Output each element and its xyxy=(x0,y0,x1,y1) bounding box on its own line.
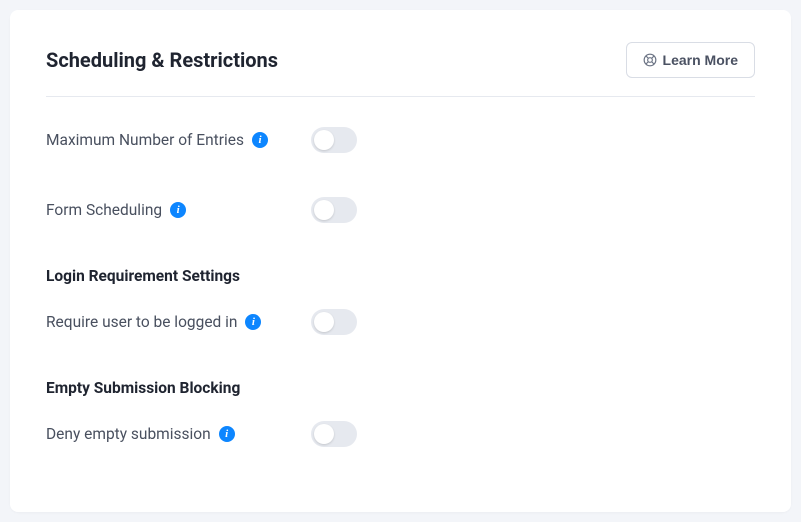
toggle-knob xyxy=(314,424,334,444)
toggle-knob xyxy=(314,312,334,332)
row-max-entries: Maximum Number of Entries i xyxy=(46,127,755,153)
label-wrap-require-login: Require user to be logged in i xyxy=(46,313,311,331)
label-wrap-deny-empty: Deny empty submission i xyxy=(46,425,311,443)
toggle-max-entries[interactable] xyxy=(311,127,357,153)
info-icon[interactable]: i xyxy=(170,202,186,218)
row-deny-empty: Deny empty submission i xyxy=(46,421,755,447)
learn-more-label: Learn More xyxy=(663,52,738,68)
settings-card: Scheduling & Restrictions Learn More Max… xyxy=(10,10,791,512)
label-wrap-form-scheduling: Form Scheduling i xyxy=(46,201,311,219)
toggle-knob xyxy=(314,200,334,220)
row-form-scheduling: Form Scheduling i xyxy=(46,197,755,223)
label-deny-empty: Deny empty submission xyxy=(46,425,211,443)
life-ring-icon xyxy=(643,53,657,67)
toggle-deny-empty[interactable] xyxy=(311,421,357,447)
card-title: Scheduling & Restrictions xyxy=(46,48,278,72)
info-icon[interactable]: i xyxy=(219,426,235,442)
card-header: Scheduling & Restrictions Learn More xyxy=(46,42,755,97)
label-form-scheduling: Form Scheduling xyxy=(46,201,162,219)
subheading-empty-submission: Empty Submission Blocking xyxy=(46,379,755,397)
toggle-form-scheduling[interactable] xyxy=(311,197,357,223)
toggle-knob xyxy=(314,130,334,150)
info-icon[interactable]: i xyxy=(245,314,261,330)
row-require-login: Require user to be logged in i xyxy=(46,309,755,335)
toggle-require-login[interactable] xyxy=(311,309,357,335)
info-icon[interactable]: i xyxy=(252,132,268,148)
label-require-login: Require user to be logged in xyxy=(46,313,237,331)
label-wrap-max-entries: Maximum Number of Entries i xyxy=(46,131,311,149)
subheading-login-requirement: Login Requirement Settings xyxy=(46,267,755,285)
learn-more-button[interactable]: Learn More xyxy=(626,42,755,78)
label-max-entries: Maximum Number of Entries xyxy=(46,131,244,149)
